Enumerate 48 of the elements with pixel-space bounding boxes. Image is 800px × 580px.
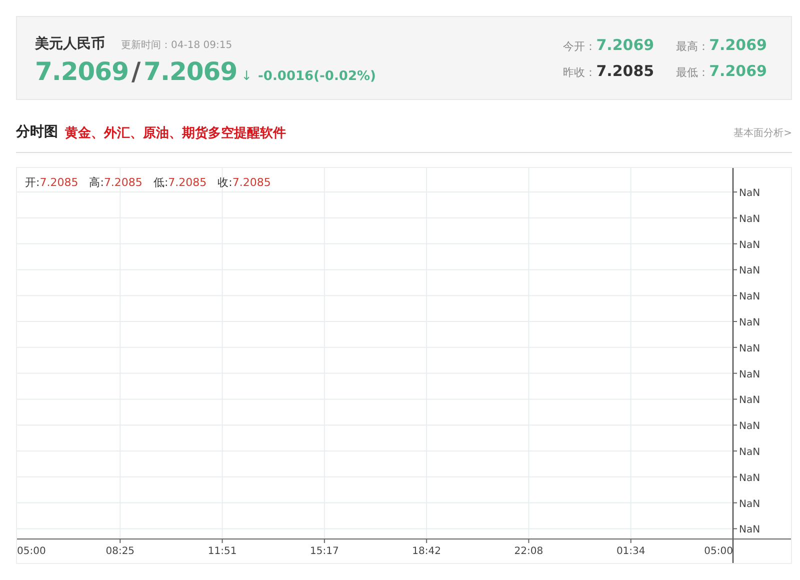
x-axis-label: 22:08: [514, 546, 544, 557]
promo-link[interactable]: 黄金、外汇、原油、期货多空提醒软件: [65, 124, 286, 142]
stat-value: 7.2069: [709, 36, 767, 54]
stat-label: 最高：: [676, 39, 710, 54]
y-axis-label: NaN: [739, 240, 760, 251]
legend-label: 高:: [89, 175, 104, 190]
update-time: 更新时间：04-18 09:15: [121, 38, 232, 52]
price: 7.2069: [35, 57, 128, 86]
x-axis-label: 05:00: [17, 546, 46, 557]
currency-pair-title: 美元人民币: [35, 35, 105, 53]
analysis-link[interactable]: 基本面分析>: [734, 126, 792, 140]
price-change: -0.0016(-0.02%): [258, 69, 376, 84]
x-axis-label: 08:25: [106, 546, 135, 557]
stat-label: 最低：: [676, 65, 710, 80]
stat-value: 7.2069: [596, 36, 654, 54]
y-axis-label: NaN: [739, 214, 760, 225]
x-axis-label: 05:00: [704, 546, 733, 557]
legend-value: 7.2085: [40, 176, 78, 189]
stat-value: 7.2069: [709, 62, 767, 80]
legend-value: 7.2085: [168, 176, 207, 189]
y-axis-label: NaN: [739, 472, 760, 484]
x-axis-label: 01:34: [616, 546, 646, 557]
price: 7.2069: [144, 57, 238, 86]
y-axis-label: NaN: [739, 447, 760, 458]
y-axis-label: NaN: [739, 292, 760, 303]
x-axis-label: 11:51: [208, 546, 237, 557]
trend-arrow: ↓: [241, 69, 252, 84]
y-axis-label: NaN: [739, 318, 760, 328]
y-axis-label: NaN: [739, 188, 760, 199]
section-title: 分时图: [16, 123, 58, 141]
y-axis-label: NaN: [739, 524, 760, 536]
stat-value: 7.2085: [596, 62, 654, 80]
legend-label: 收:: [218, 175, 232, 190]
y-axis-label: NaN: [739, 498, 760, 510]
legend-label: 开:: [25, 175, 40, 190]
y-axis-label: NaN: [739, 395, 760, 406]
stat-label: 昨收：: [563, 65, 596, 80]
x-axis-label: 15:17: [310, 546, 339, 557]
price-separator: /: [131, 57, 141, 86]
y-axis-label: NaN: [739, 343, 760, 354]
legend-label: 低:: [153, 175, 168, 190]
y-axis-label: NaN: [739, 266, 760, 277]
y-axis-label: NaN: [739, 369, 760, 380]
stat-label: 今开：: [563, 39, 596, 54]
legend-value: 7.2085: [104, 176, 142, 189]
x-axis-label: 18:42: [412, 546, 441, 557]
legend-value: 7.2085: [232, 176, 271, 189]
y-axis-label: NaN: [739, 421, 760, 432]
